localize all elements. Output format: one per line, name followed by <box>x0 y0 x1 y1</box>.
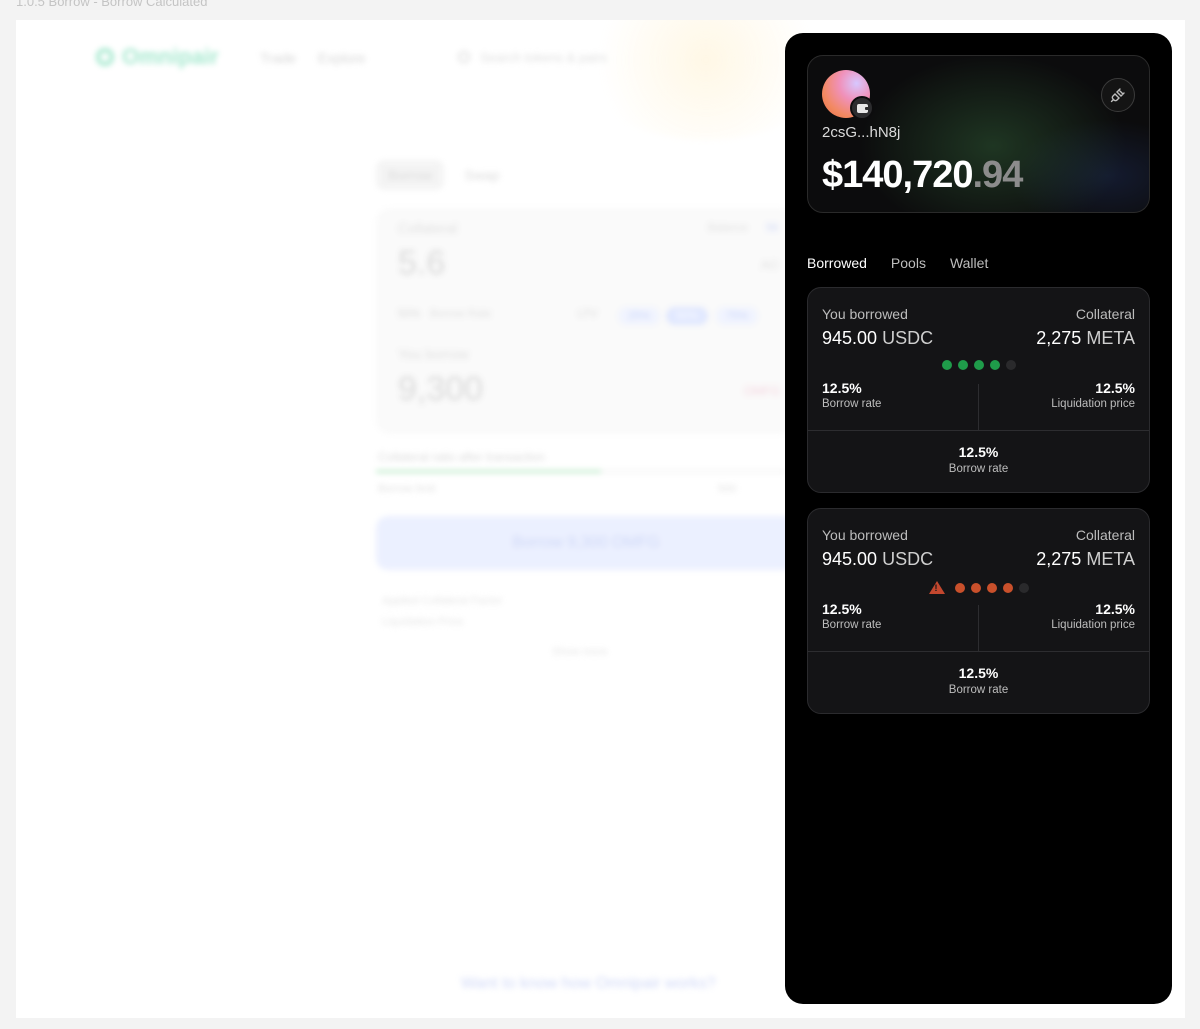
divider <box>978 605 979 651</box>
health-indicator <box>808 360 1149 370</box>
ratio-bar <box>376 470 786 473</box>
limit-value: 500 <box>718 483 737 495</box>
ltv-label: Borrow Rate <box>430 308 492 320</box>
liquidation-price-value: 12.5% <box>1095 380 1135 396</box>
health-dot <box>989 360 1000 370</box>
position-card[interactable]: You borrowed Collateral 945.00 USDC 2,27… <box>807 508 1150 714</box>
borrowed-value: 945.00 USDC <box>822 549 933 570</box>
health-dot <box>973 360 984 370</box>
borrow-token[interactable]: OMFG <box>744 384 780 398</box>
logo[interactable]: Omnipair <box>96 44 219 70</box>
position-card[interactable]: You borrowed Collateral 945.00 USDC 2,27… <box>807 287 1150 493</box>
collateral-amount: 2,275 <box>1036 549 1082 569</box>
liquidation-price-label: Liquidation price <box>1051 619 1135 631</box>
health-dot <box>1002 582 1013 593</box>
disconnect-button[interactable] <box>1101 78 1135 112</box>
collateral-value: 2,275 META <box>1036 328 1135 349</box>
unplug-icon <box>1110 88 1125 103</box>
collateral-label: Collateral <box>398 220 458 236</box>
nav-trade[interactable]: Trade <box>260 50 296 66</box>
you-borrow-label: You borrow <box>398 346 469 362</box>
bottom-rate-label: Borrow rate <box>948 684 1009 696</box>
health-dot <box>941 360 952 370</box>
health-dot <box>986 582 997 593</box>
ltv-value: 50% <box>398 308 421 320</box>
health-dot <box>1018 582 1029 593</box>
wallet-icon <box>850 96 874 120</box>
divider <box>978 384 979 430</box>
borrow-rate-label: Borrow rate <box>822 398 882 410</box>
tab-borrowed[interactable]: Borrowed <box>807 255 867 271</box>
show-more-button[interactable]: Show more <box>552 646 608 658</box>
borrow-button[interactable]: Borrow 9,300 OMFG <box>376 516 796 570</box>
divider <box>808 430 1149 431</box>
divider <box>808 651 1149 652</box>
logo-text: Omnipair <box>122 44 219 69</box>
health-dot <box>954 582 965 593</box>
wallet-drawer: 2csG...hN8j $140,720.94 Borrowed Pools W… <box>785 33 1172 1004</box>
borrowed-unit: USDC <box>882 549 934 569</box>
borrow-rate-label: Borrow rate <box>822 619 882 631</box>
borrowed-value: 945.00 USDC <box>822 328 933 349</box>
tab-wallet[interactable]: Wallet <box>950 255 988 271</box>
collateral-unit: META <box>1086 328 1135 348</box>
balance-label: Balance <box>708 222 748 234</box>
logo-icon <box>96 48 114 66</box>
bottom-rate-value: 12.5% <box>958 444 999 460</box>
drawer-tabs: Borrowed Pools Wallet <box>807 255 988 271</box>
balance-main: $140,720 <box>822 154 973 196</box>
collateral-label: Collateral <box>1075 527 1135 543</box>
health-dot <box>957 360 968 370</box>
borrow-swap-tabs: Borrow Swap <box>376 160 511 190</box>
health-dot <box>1005 360 1016 370</box>
collateral-amount: 2,275 <box>1036 328 1082 348</box>
wallet-balance: $140,720.94 <box>822 154 1024 197</box>
collateral-amount[interactable]: 5.6 <box>398 244 445 283</box>
ltv-option-25[interactable]: 25% <box>618 307 661 325</box>
collateral-unit: META <box>1086 549 1135 569</box>
balance-cents: .94 <box>972 154 1024 196</box>
footer-link[interactable]: Want to know how Omnipair works? <box>461 975 716 993</box>
collateral-token[interactable]: AO <box>761 258 778 272</box>
borrowed-amount: 945.00 <box>822 549 878 569</box>
frame-title: 1.0.5 Borrow - Borrow Calculated <box>16 0 208 9</box>
warning-icon <box>928 581 945 594</box>
tab-pools[interactable]: Pools <box>891 255 926 271</box>
detail-collateral-factor: Applied Collateral Factor <box>382 595 503 607</box>
borrow-rate-value: 12.5% <box>822 601 862 617</box>
bottom-rate-value: 12.5% <box>958 665 999 681</box>
ratio-label: Collateral ratio after transaction <box>378 450 545 464</box>
search-icon <box>458 51 470 63</box>
bottom-rate-label: Borrow rate <box>948 463 1009 475</box>
wallet-summary-card: 2csG...hN8j $140,720.94 <box>807 55 1150 213</box>
collateral-value: 2,275 META <box>1036 549 1135 570</box>
nav-explore[interactable]: Explore <box>318 50 365 66</box>
borrow-rate-value: 12.5% <box>822 380 862 396</box>
liquidation-price-value: 12.5% <box>1095 601 1135 617</box>
ltv-option-75[interactable]: 75% <box>716 307 759 325</box>
borrow-amount[interactable]: 9,300 <box>398 370 483 409</box>
limit-label: Borrow limit <box>378 483 436 495</box>
borrowed-label: You borrowed <box>822 306 908 322</box>
tab-borrow[interactable]: Borrow <box>376 160 445 190</box>
health-indicator <box>808 581 1149 594</box>
detail-liquidation-price: Liquidation Price <box>382 616 464 628</box>
borrowed-label: You borrowed <box>822 527 908 543</box>
borrowed-unit: USDC <box>882 328 934 348</box>
collateral-label: Collateral <box>1075 306 1135 322</box>
ltv-option-50[interactable]: 50% <box>666 307 709 325</box>
search-placeholder: Search tokens & pairs <box>480 49 608 65</box>
ltv-tag: LTV <box>578 308 598 320</box>
liquidation-price-label: Liquidation price <box>1051 398 1135 410</box>
tab-swap[interactable]: Swap <box>452 160 511 190</box>
wallet-address[interactable]: 2csG...hN8j <box>822 124 900 141</box>
borrowed-amount: 945.00 <box>822 328 878 348</box>
search-bar[interactable]: Search tokens & pairs <box>444 42 744 72</box>
balance-value: 56 <box>766 222 779 234</box>
health-dot <box>970 582 981 593</box>
